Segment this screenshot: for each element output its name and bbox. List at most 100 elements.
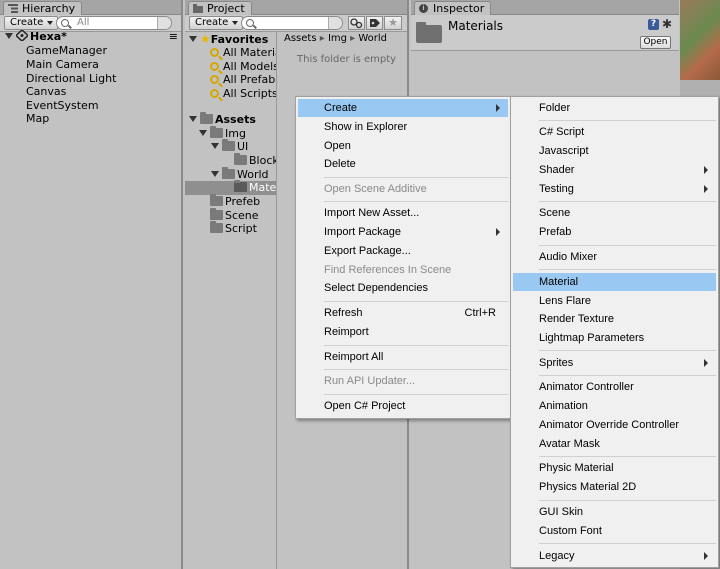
create-item-csharp-script[interactable]: C# Script	[513, 123, 716, 141]
search-clear-icon[interactable]	[157, 17, 171, 29]
hierarchy-item-gamemanager[interactable]: GameManager	[26, 44, 107, 58]
menu-item-export-package[interactable]: Export Package...	[298, 242, 508, 260]
search-icon	[210, 48, 219, 57]
create-item-lightmap-parameters[interactable]: Lightmap Parameters	[513, 329, 716, 347]
project-tree: ★Favorites All Materia All Models All Pr…	[185, 32, 277, 569]
menu-item-open[interactable]: Open	[298, 137, 508, 155]
create-item-shader[interactable]: Shader	[513, 161, 716, 179]
menu-separator	[324, 177, 508, 178]
unity-logo-icon	[14, 28, 30, 43]
menu-item-create[interactable]: Create	[298, 99, 508, 117]
favorite-all-scripts[interactable]: All Scripts	[210, 87, 276, 101]
folder-icon	[210, 194, 223, 206]
folder-label: Script	[225, 222, 257, 235]
create-item-animator-override-controller[interactable]: Animator Override Controller	[513, 416, 716, 434]
create-item-physic-material[interactable]: Physic Material	[513, 459, 716, 477]
create-item-custom-font[interactable]: Custom Font	[513, 522, 716, 540]
expand-arrow-icon[interactable]	[199, 130, 207, 136]
favorites-header[interactable]: ★Favorites	[189, 32, 268, 46]
create-item-animation[interactable]: Animation	[513, 397, 716, 415]
tab-inspector[interactable]: i Inspector	[414, 1, 492, 16]
expand-arrow-icon[interactable]	[5, 33, 13, 39]
breadcrumb-img[interactable]: Img	[328, 33, 347, 44]
hierarchy-item-map[interactable]: Map	[26, 112, 49, 126]
menu-item-refresh[interactable]: Refresh Ctrl+R	[298, 304, 508, 322]
expand-arrow-icon[interactable]	[189, 116, 197, 122]
menu-item-reimport-all[interactable]: Reimport All	[298, 348, 508, 366]
menu-item-import-package[interactable]: Import Package	[298, 223, 508, 241]
project-create-button[interactable]: Create	[189, 16, 244, 30]
create-item-material[interactable]: Material	[513, 273, 716, 291]
assets-root[interactable]: Assets	[189, 112, 256, 127]
folder-materials[interactable]: Mater	[234, 180, 276, 195]
folder-ui[interactable]: UI	[211, 139, 248, 154]
submenu-arrow-icon	[496, 104, 500, 112]
expand-arrow-icon[interactable]	[211, 143, 219, 149]
menu-separator	[539, 269, 716, 270]
create-item-lens-flare[interactable]: Lens Flare	[513, 292, 716, 310]
create-item-physics-material-2d[interactable]: Physics Material 2D	[513, 478, 716, 496]
create-item-scene[interactable]: Scene	[513, 204, 716, 222]
create-item-render-texture[interactable]: Render Texture	[513, 310, 716, 328]
tab-hierarchy[interactable]: Hierarchy	[3, 1, 83, 16]
scene-root[interactable]: Hexa* ≡	[5, 28, 180, 44]
create-item-gui-skin[interactable]: GUI Skin	[513, 503, 716, 521]
menu-item-show-in-explorer[interactable]: Show in Explorer	[298, 118, 508, 136]
create-item-sprites[interactable]: Sprites	[513, 354, 716, 372]
project-search-input[interactable]	[241, 16, 343, 30]
menu-separator	[539, 201, 716, 202]
tab-project[interactable]: Project	[188, 1, 252, 16]
create-item-prefab[interactable]: Prefab	[513, 223, 716, 241]
create-item-testing[interactable]: Testing	[513, 180, 716, 198]
favorite-all-materials[interactable]: All Materia	[210, 46, 276, 60]
hierarchy-search-input[interactable]: All	[56, 16, 172, 30]
hierarchy-item-directional-light[interactable]: Directional Light	[26, 72, 116, 86]
expand-arrow-icon[interactable]	[189, 36, 197, 42]
gear-icon[interactable]: ✱	[662, 17, 672, 31]
menu-item-label: Render Texture	[539, 313, 615, 325]
create-item-legacy[interactable]: Legacy	[513, 547, 716, 565]
create-item-avatar-mask[interactable]: Avatar Mask	[513, 435, 716, 453]
folder-prefeb[interactable]: Prefeb	[210, 194, 260, 209]
menu-item-label: Material	[539, 276, 579, 288]
breadcrumb-world[interactable]: World	[358, 33, 387, 44]
search-by-label-icon[interactable]	[366, 16, 383, 30]
menu-item-delete[interactable]: Delete	[298, 155, 508, 173]
hierarchy-item-main-camera[interactable]: Main Camera	[26, 58, 99, 72]
hierarchy-create-label: Create	[10, 17, 44, 28]
open-button[interactable]: Open	[640, 36, 671, 49]
search-icon	[246, 19, 254, 27]
folder-icon	[193, 4, 203, 13]
menu-item-select-dependencies[interactable]: Select Dependencies	[298, 279, 508, 297]
folder-scene[interactable]: Scene	[210, 208, 259, 223]
create-item-javascript[interactable]: Javascript	[513, 142, 716, 160]
dropdown-arrow-icon	[47, 21, 54, 25]
menu-item-open-csharp-project[interactable]: Open C# Project	[298, 397, 508, 415]
help-icon[interactable]: ?	[648, 19, 659, 30]
menu-item-label: Custom Font	[539, 525, 602, 537]
breadcrumb-assets[interactable]: Assets	[284, 33, 317, 44]
folder-icon	[200, 112, 213, 124]
hierarchy-create-button[interactable]: Create	[4, 16, 59, 30]
folder-script[interactable]: Script	[210, 221, 257, 236]
hierarchy-item-eventsystem[interactable]: EventSystem	[26, 99, 99, 113]
create-item-audio-mixer[interactable]: Audio Mixer	[513, 248, 716, 266]
search-by-type-icon[interactable]	[348, 16, 365, 30]
scene-options-icon[interactable]: ≡	[169, 30, 178, 44]
menu-item-label: Testing	[539, 183, 574, 195]
favorite-star-icon[interactable]: ★	[384, 16, 402, 30]
menu-item-label: C# Script	[539, 126, 585, 138]
create-item-folder[interactable]: Folder	[513, 99, 716, 117]
create-item-animator-controller[interactable]: Animator Controller	[513, 378, 716, 396]
search-clear-icon[interactable]	[328, 17, 342, 29]
scene-name: Hexa*	[30, 30, 67, 43]
menu-separator	[324, 301, 508, 302]
favorite-all-models[interactable]: All Models	[210, 60, 276, 74]
menu-item-reimport[interactable]: Reimport	[298, 323, 508, 341]
menu-item-import-new-asset[interactable]: Import New Asset...	[298, 204, 508, 222]
expand-arrow-icon[interactable]	[211, 171, 219, 177]
hierarchy-item-canvas[interactable]: Canvas	[26, 85, 66, 99]
favorite-all-prefabs[interactable]: All Prefabs	[210, 73, 276, 87]
folder-blocks[interactable]: Blocks	[234, 153, 276, 168]
menu-separator	[539, 375, 716, 376]
